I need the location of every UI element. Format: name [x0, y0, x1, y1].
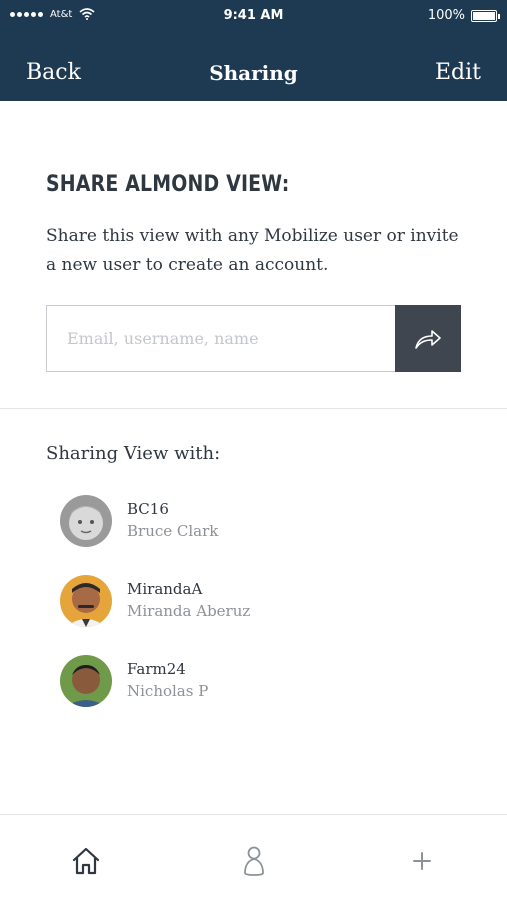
status-right: 100% — [427, 8, 500, 23]
status-bar: At&t 9:41 AM 100% — [0, 0, 507, 32]
battery-percent: 100% — [427, 8, 465, 23]
share-form — [46, 305, 461, 372]
user-handle: Farm24 — [127, 660, 186, 678]
user-full-name: Miranda Aberuz — [127, 602, 251, 620]
plus-icon — [413, 852, 431, 870]
share-description: Share this view with any Mobilize user o… — [46, 226, 459, 275]
tab-people[interactable] — [234, 841, 274, 881]
avatar — [60, 495, 112, 547]
avatar — [60, 655, 112, 707]
share-send-button[interactable] — [395, 305, 461, 372]
navigation-bar: Back Sharing Edit — [0, 32, 507, 101]
user-full-name: Bruce Clark — [127, 522, 219, 540]
share-heading: SHARE ALMOND VIEW: — [46, 172, 290, 197]
home-icon — [72, 847, 100, 875]
shared-user-row[interactable]: BC16 Bruce Clark — [60, 494, 460, 548]
user-handle: BC16 — [127, 500, 169, 518]
tab-home[interactable] — [66, 841, 106, 881]
sharing-view-label: Sharing View with: — [46, 443, 221, 464]
user-full-name: Nicholas P — [127, 682, 209, 700]
user-handle: MirandaA — [127, 580, 203, 598]
page-title: Sharing — [209, 61, 298, 85]
share-arrow-icon — [415, 329, 441, 349]
tab-bar — [0, 814, 507, 900]
section-divider — [0, 408, 507, 409]
person-icon — [244, 846, 264, 876]
edit-button[interactable]: Edit — [435, 60, 481, 85]
shared-user-row[interactable]: Farm24 Nicholas P — [60, 654, 460, 708]
share-search-input[interactable] — [46, 305, 395, 372]
tab-add[interactable] — [402, 841, 442, 881]
battery-icon — [471, 9, 500, 22]
shared-user-row[interactable]: MirandaA Miranda Aberuz — [60, 574, 460, 628]
avatar — [60, 575, 112, 627]
